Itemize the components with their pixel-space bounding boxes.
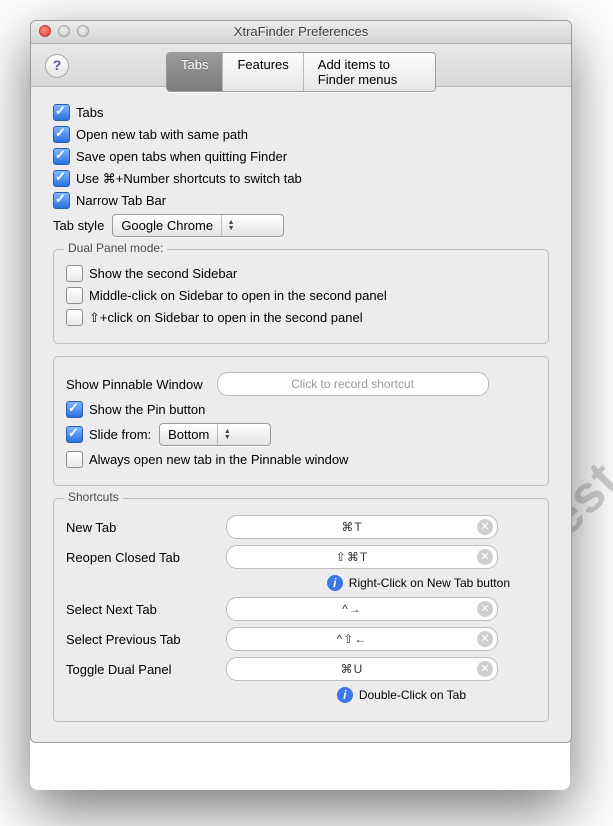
title-bar: XtraFinder Preferences	[31, 21, 571, 44]
window-title: XtraFinder Preferences	[234, 24, 368, 39]
label-narrow-tab-bar: Narrow Tab Bar	[76, 193, 166, 208]
label-select-previous-tab: Select Previous Tab	[66, 632, 226, 647]
chevron-updown-icon: ▲▼	[221, 215, 240, 236]
shortcut-select-next-tab[interactable]: ^→ ✕	[226, 597, 498, 621]
label-middle-click-sidebar: Middle-click on Sidebar to open in the s…	[89, 288, 387, 303]
label-new-tab: New Tab	[66, 520, 226, 535]
shortcut-new-tab-value: ⌘T	[227, 520, 477, 534]
checkbox-slide-from[interactable]	[66, 426, 83, 443]
shortcut-select-previous-tab[interactable]: ^⇧← ✕	[226, 627, 498, 651]
shortcut-recorder-pinnable[interactable]: Click to record shortcut	[217, 372, 489, 396]
clear-icon[interactable]: ✕	[477, 549, 493, 565]
hint-double-click-tab: Double-Click on Tab	[359, 688, 466, 702]
checkbox-save-open-tabs[interactable]	[53, 148, 70, 165]
tab-tabs[interactable]: Tabs	[167, 53, 222, 91]
clear-icon[interactable]: ✕	[477, 631, 493, 647]
help-button[interactable]: ?	[45, 54, 69, 78]
select-slide-from[interactable]: Bottom ▲▼	[159, 423, 271, 446]
shortcut-toggle-value: ⌘U	[227, 662, 477, 676]
group-shortcuts: Shortcuts New Tab ⌘T ✕ Reopen Closed Tab…	[53, 498, 549, 722]
label-cmd-number: Use ⌘+Number shortcuts to switch tab	[76, 171, 302, 187]
traffic-lights	[39, 25, 89, 37]
label-show-pinnable: Show Pinnable Window	[66, 377, 203, 392]
checkbox-shift-click-sidebar[interactable]	[66, 309, 83, 326]
preferences-window: XtraFinder Preferences ? Tabs Features A…	[30, 20, 572, 743]
chevron-updown-icon: ▲▼	[217, 424, 236, 445]
label-shift-click-sidebar: ⇧+click on Sidebar to open in the second…	[89, 310, 363, 326]
group-dual-panel: Dual Panel mode: Show the second Sidebar…	[53, 249, 549, 344]
tab-selector: Tabs Features Add items to Finder menus	[166, 52, 436, 92]
checkbox-tabs[interactable]	[53, 104, 70, 121]
group-pinnable: Show Pinnable Window Click to record sho…	[53, 356, 549, 486]
label-always-open-pinnable: Always open new tab in the Pinnable wind…	[89, 452, 348, 467]
info-icon: i	[337, 687, 353, 703]
shortcut-next-value: ^→	[227, 602, 477, 616]
label-tab-style: Tab style	[53, 218, 104, 233]
tab-add-items[interactable]: Add items to Finder menus	[303, 53, 435, 91]
clear-icon[interactable]: ✕	[477, 661, 493, 677]
checkbox-narrow-tab-bar[interactable]	[53, 192, 70, 209]
label-open-new-tab-same-path: Open new tab with same path	[76, 127, 248, 142]
select-tab-style-value: Google Chrome	[113, 218, 221, 233]
label-save-open-tabs: Save open tabs when quitting Finder	[76, 149, 287, 164]
info-icon: i	[327, 575, 343, 591]
label-reopen-closed-tab: Reopen Closed Tab	[66, 550, 226, 565]
group-title-shortcuts: Shortcuts	[64, 490, 123, 504]
toolbar: ? Tabs Features Add items to Finder menu…	[31, 44, 571, 87]
label-toggle-dual-panel: Toggle Dual Panel	[66, 662, 226, 677]
checkbox-always-open-pinnable[interactable]	[66, 451, 83, 468]
label-slide-from: Slide from:	[89, 427, 151, 442]
checkbox-show-pin-button[interactable]	[66, 401, 83, 418]
shortcut-toggle-dual-panel[interactable]: ⌘U ✕	[226, 657, 498, 681]
clear-icon[interactable]: ✕	[477, 601, 493, 617]
shortcut-reopen-closed-tab[interactable]: ⇧⌘T ✕	[226, 545, 498, 569]
label-show-pin-button: Show the Pin button	[89, 402, 205, 417]
group-title-dual-panel: Dual Panel mode:	[64, 241, 167, 255]
shortcut-new-tab[interactable]: ⌘T ✕	[226, 515, 498, 539]
checkbox-second-sidebar[interactable]	[66, 265, 83, 282]
select-tab-style[interactable]: Google Chrome ▲▼	[112, 214, 284, 237]
tab-features[interactable]: Features	[222, 53, 302, 91]
label-second-sidebar: Show the second Sidebar	[89, 266, 237, 281]
shortcut-reopen-value: ⇧⌘T	[227, 550, 477, 564]
shortcut-prev-value: ^⇧←	[227, 632, 477, 646]
label-select-next-tab: Select Next Tab	[66, 602, 226, 617]
minimize-icon[interactable]	[58, 25, 70, 37]
clear-icon[interactable]: ✕	[477, 519, 493, 535]
hint-right-click-new-tab: Right-Click on New Tab button	[349, 576, 510, 590]
select-slide-from-value: Bottom	[160, 427, 217, 442]
zoom-icon[interactable]	[77, 25, 89, 37]
checkbox-open-new-tab-same-path[interactable]	[53, 126, 70, 143]
close-icon[interactable]	[39, 25, 51, 37]
checkbox-cmd-number[interactable]	[53, 170, 70, 187]
label-tabs: Tabs	[76, 105, 103, 120]
checkbox-middle-click-sidebar[interactable]	[66, 287, 83, 304]
